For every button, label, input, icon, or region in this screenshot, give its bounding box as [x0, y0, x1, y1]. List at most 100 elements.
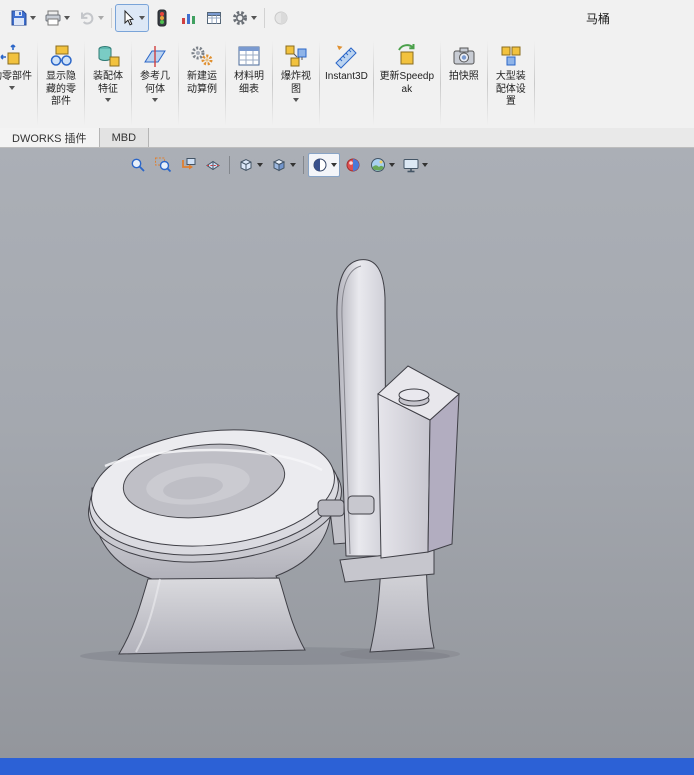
view-orientation-icon: [237, 156, 255, 174]
reference-geometry-icon: [142, 42, 168, 70]
ribbon-button-reference-geometry[interactable]: 参考几何体: [133, 39, 177, 104]
ribbon-button-update-speedpak[interactable]: 更新Speedpak: [375, 39, 439, 98]
ribbon-button-label: 更新Speedpak: [379, 71, 435, 96]
command-manager-tabs: DWORKS 插件 MBD: [0, 128, 694, 148]
display-style-icon: [270, 156, 288, 174]
window-title: 马桶: [586, 10, 610, 27]
file-properties-icon: [205, 9, 223, 27]
tab-label: MBD: [112, 132, 136, 144]
tab-mbd[interactable]: MBD: [100, 128, 149, 147]
view-settings-button[interactable]: [399, 153, 431, 177]
quick-access-toolbar: 马桶: [0, 0, 694, 36]
ribbon-button-large-assembly-settings[interactable]: 大型装配体设置: [489, 39, 533, 111]
rebuild-traffic-light-icon: [153, 9, 171, 27]
options-button[interactable]: [227, 4, 261, 32]
save-button[interactable]: [6, 4, 40, 32]
toilet-tank-front[interactable]: [378, 394, 430, 558]
ribbon-separator: [225, 41, 226, 126]
ribbon-separator: [487, 41, 488, 126]
toilet-3d-model[interactable]: [0, 148, 694, 758]
ribbon-button-assembly-features[interactable]: 装配体特征: [86, 39, 130, 104]
dropdown-caret: [293, 98, 299, 102]
graphics-viewport[interactable]: [0, 148, 694, 758]
file-properties-button[interactable]: [201, 4, 227, 32]
ribbon-button-label: 材料明细表: [231, 71, 267, 96]
flush-button[interactable]: [399, 389, 429, 401]
ribbon-button-label: 大型装配体设置: [493, 71, 529, 109]
exploded-view-icon: [283, 42, 309, 70]
heads-up-view-toolbar: [126, 153, 431, 177]
assembly-features-icon: [95, 42, 121, 70]
edit-appearance-button[interactable]: [341, 153, 365, 177]
large-assembly-settings-icon: [498, 42, 524, 70]
dropdown-caret: [152, 98, 158, 102]
ribbon-button-label: Instant3D: [325, 71, 368, 84]
command-manager-ribbon: 动零部件 显示隐藏的零部件 装配体特征 参考几何体 新建运动算例 材料明细表 爆…: [0, 36, 694, 128]
toolbar-separator: [111, 8, 112, 28]
dropdown-caret: [257, 163, 263, 167]
hud-separator: [229, 156, 230, 174]
ribbon-button-bill-of-materials[interactable]: 材料明细表: [227, 39, 271, 98]
zoom-fit-button[interactable]: [126, 153, 150, 177]
bill-of-materials-icon: [236, 42, 262, 70]
ribbon-separator: [37, 41, 38, 126]
rebuild-button[interactable]: [149, 4, 175, 32]
tab-solidworks-addins[interactable]: DWORKS 插件: [0, 128, 100, 147]
ribbon-separator: [373, 41, 374, 126]
ribbon-separator: [534, 41, 535, 126]
zoom-area-icon: [154, 156, 172, 174]
section-view-icon: [204, 156, 222, 174]
taskbar[interactable]: [0, 758, 694, 775]
dropdown-caret: [331, 163, 337, 167]
dropdown-caret: [9, 86, 15, 90]
lid-hinge[interactable]: [348, 496, 374, 514]
dropdown-caret: [30, 16, 36, 20]
ribbon-button-label: 爆炸视图: [278, 71, 314, 96]
show-hidden-components-icon: [48, 42, 74, 70]
hud-separator: [303, 156, 304, 174]
print-icon: [44, 9, 62, 27]
ribbon-button-instant3d[interactable]: Instant3D: [321, 39, 372, 86]
ribbon-button-move-component[interactable]: 动零部件: [0, 39, 36, 92]
ribbon-button-exploded-view[interactable]: 爆炸视图: [274, 39, 318, 104]
apply-scene-icon: [369, 156, 387, 174]
ribbon-button-show-hidden-components[interactable]: 显示隐藏的零部件: [39, 39, 83, 111]
performance-icon: [179, 9, 197, 27]
select-cursor-icon: [119, 9, 137, 27]
dropdown-caret: [389, 163, 395, 167]
dropdown-caret: [64, 16, 70, 20]
seat-hinge[interactable]: [318, 500, 344, 516]
undo-button[interactable]: [74, 4, 108, 32]
performance-button[interactable]: [175, 4, 201, 32]
tab-label: DWORKS 插件: [12, 130, 87, 146]
update-speedpak-icon: [394, 42, 420, 70]
hide-show-items-button[interactable]: [308, 153, 340, 177]
appearance-button[interactable]: [268, 4, 294, 32]
dropdown-caret: [98, 16, 104, 20]
section-view-button[interactable]: [201, 153, 225, 177]
dropdown-caret: [105, 98, 111, 102]
zoom-area-button[interactable]: [151, 153, 175, 177]
display-style-button[interactable]: [267, 153, 299, 177]
apply-scene-button[interactable]: [366, 153, 398, 177]
ribbon-button-label: 参考几何体: [137, 71, 173, 96]
select-tool-button[interactable]: [115, 4, 149, 32]
ribbon-button-new-motion-study[interactable]: 新建运动算例: [180, 39, 224, 98]
ribbon-separator: [84, 41, 85, 126]
ribbon-separator: [272, 41, 273, 126]
print-button[interactable]: [40, 4, 74, 32]
take-snapshot-icon: [451, 42, 477, 70]
previous-view-button[interactable]: [176, 153, 200, 177]
ribbon-button-take-snapshot[interactable]: 拍快照: [442, 39, 486, 86]
instant3d-icon: [333, 42, 359, 70]
toolbar-separator: [264, 8, 265, 28]
undo-icon: [78, 9, 96, 27]
ribbon-separator: [319, 41, 320, 126]
ribbon-separator: [131, 41, 132, 126]
view-orientation-button[interactable]: [234, 153, 266, 177]
toilet-base[interactable]: [119, 578, 305, 654]
ribbon-button-label: 新建运动算例: [184, 71, 220, 96]
view-settings-icon: [402, 156, 420, 174]
dropdown-caret: [139, 16, 145, 20]
ribbon-separator: [178, 41, 179, 126]
